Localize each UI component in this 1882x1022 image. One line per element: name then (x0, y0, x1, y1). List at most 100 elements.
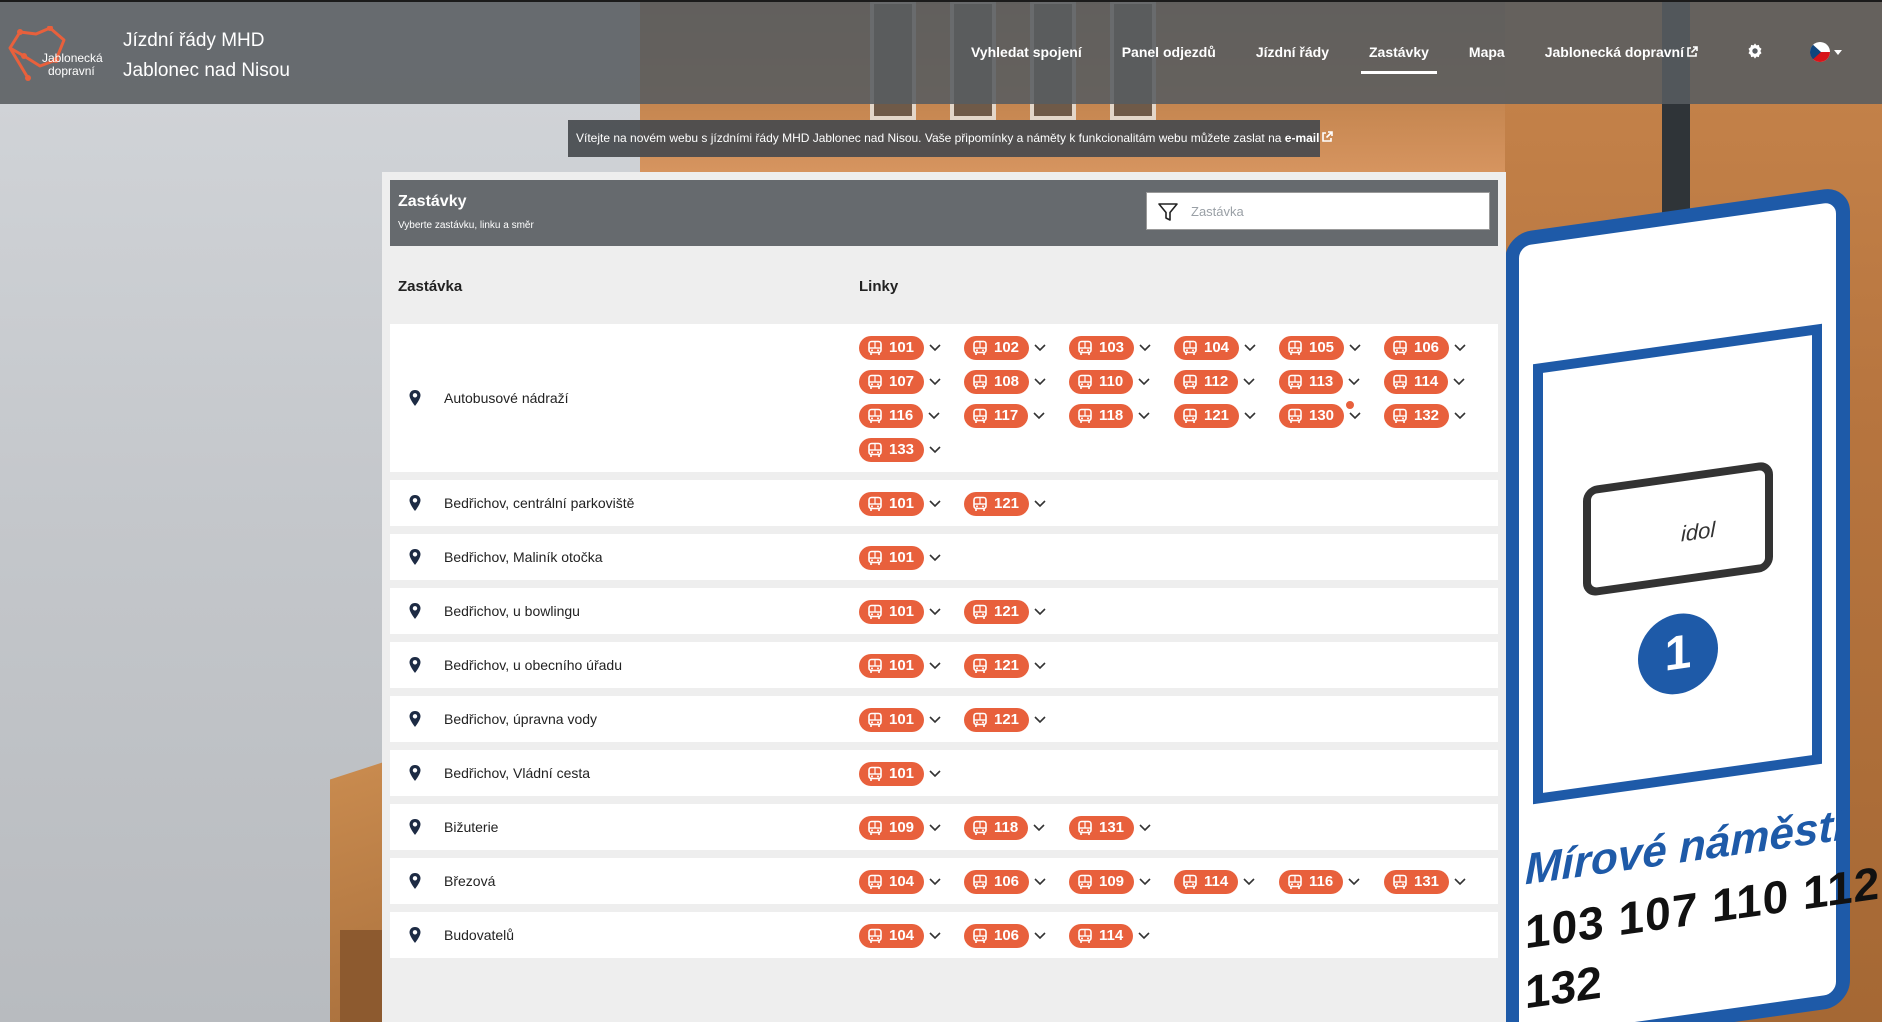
line-badge-107[interactable]: 107 (859, 370, 925, 394)
line-badge-101[interactable]: 101 (859, 708, 925, 732)
line-badge-104[interactable]: 104 (859, 870, 925, 894)
chevron-down-icon[interactable] (928, 607, 942, 617)
line-badge-106[interactable]: 106 (1384, 336, 1450, 360)
chevron-down-icon[interactable] (1347, 877, 1361, 887)
chevron-down-icon[interactable] (927, 411, 941, 421)
chevron-down-icon[interactable] (928, 377, 942, 387)
stop-name[interactable]: Bedřichov, Maliník otočka (444, 549, 602, 565)
chevron-down-icon[interactable] (1137, 411, 1151, 421)
chevron-down-icon[interactable] (1452, 377, 1466, 387)
line-badge-130[interactable]: 130 (1279, 404, 1345, 428)
line-badge-109[interactable]: 109 (859, 816, 925, 840)
line-badge-114[interactable]: 114 (1384, 370, 1449, 394)
chevron-down-icon[interactable] (928, 769, 942, 779)
chevron-down-icon[interactable] (1033, 661, 1047, 671)
chevron-down-icon[interactable] (1348, 343, 1362, 353)
line-badge-117[interactable]: 117 (964, 404, 1029, 428)
stop-row[interactable]: Bedřichov, u bowlingu 101 121 (390, 588, 1498, 634)
chevron-down-icon[interactable] (928, 931, 942, 941)
line-badge-131[interactable]: 131 (1069, 816, 1135, 840)
line-badge-121[interactable]: 121 (964, 708, 1030, 732)
line-badge-101[interactable]: 101 (859, 654, 925, 678)
chevron-down-icon[interactable] (1453, 411, 1467, 421)
stop-name[interactable]: Bedřichov, u bowlingu (444, 603, 580, 619)
settings-button[interactable] (1718, 2, 1792, 106)
chevron-down-icon[interactable] (928, 499, 942, 509)
chevron-down-icon[interactable] (1243, 343, 1257, 353)
chevron-down-icon[interactable] (928, 823, 942, 833)
stop-row[interactable]: Březová 104 106 109 114 116 131 (390, 858, 1498, 904)
chevron-down-icon[interactable] (1033, 877, 1047, 887)
stop-name[interactable]: Bedřichov, u obecního úřadu (444, 657, 622, 673)
chevron-down-icon[interactable] (928, 445, 942, 455)
stop-row[interactable]: Budovatelů 104 106 114 (390, 912, 1498, 958)
chevron-down-icon[interactable] (928, 715, 942, 725)
chevron-down-icon[interactable] (1032, 411, 1046, 421)
line-badge-101[interactable]: 101 (859, 492, 925, 516)
chevron-down-icon[interactable] (1033, 499, 1047, 509)
line-badge-108[interactable]: 108 (964, 370, 1030, 394)
line-badge-121[interactable]: 121 (964, 654, 1030, 678)
chevron-down-icon[interactable] (1242, 377, 1256, 387)
line-badge-121[interactable]: 121 (964, 600, 1030, 624)
line-badge-101[interactable]: 101 (859, 762, 925, 786)
line-badge-132[interactable]: 132 (1384, 404, 1450, 428)
chevron-down-icon[interactable] (928, 343, 942, 353)
site-brand[interactable]: Jízdní řády MHD Jablonec nad Nisou (123, 26, 290, 86)
chevron-down-icon[interactable] (1033, 377, 1047, 387)
chevron-down-icon[interactable] (928, 661, 942, 671)
line-badge-113[interactable]: 113 (1279, 370, 1344, 394)
nav-jizdni-rady[interactable]: Jízdní řády (1236, 2, 1349, 106)
line-badge-109[interactable]: 109 (1069, 870, 1135, 894)
line-badge-101[interactable]: 101 (859, 600, 925, 624)
line-badge-118[interactable]: 118 (1069, 404, 1134, 428)
chevron-down-icon[interactable] (1032, 823, 1046, 833)
line-badge-116[interactable]: 116 (859, 404, 924, 428)
line-badge-133[interactable]: 133 (859, 438, 925, 462)
stop-row[interactable]: Bedřichov, Maliník otočka 101 (390, 534, 1498, 580)
language-switch[interactable] (1792, 2, 1882, 106)
chevron-down-icon[interactable] (1453, 877, 1467, 887)
line-badge-103[interactable]: 103 (1069, 336, 1135, 360)
stop-row[interactable]: Autobusové nádraží 101 102 103 104 105 106 107 1… (390, 324, 1498, 472)
line-badge-106[interactable]: 106 (964, 870, 1030, 894)
chevron-down-icon[interactable] (1453, 343, 1467, 353)
chevron-down-icon[interactable] (1033, 715, 1047, 725)
line-badge-102[interactable]: 102 (964, 336, 1030, 360)
stop-row[interactable]: Bedřichov, úpravna vody 101 121 (390, 696, 1498, 742)
notice-email-link[interactable]: e-mail (1285, 131, 1320, 145)
chevron-down-icon[interactable] (1033, 343, 1047, 353)
nav-zastavky[interactable]: Zastávky (1349, 2, 1449, 106)
line-badge-110[interactable]: 110 (1069, 370, 1134, 394)
stop-name[interactable]: Autobusové nádraží (444, 390, 569, 406)
line-badge-106[interactable]: 106 (964, 924, 1030, 948)
chevron-down-icon[interactable] (1138, 877, 1152, 887)
line-badge-116[interactable]: 116 (1279, 870, 1344, 894)
line-badge-114[interactable]: 114 (1069, 924, 1134, 948)
nav-panel-odjezdu[interactable]: Panel odjezdů (1102, 2, 1236, 106)
chevron-down-icon[interactable] (1137, 377, 1151, 387)
stop-name[interactable]: Bedřichov, úpravna vody (444, 711, 597, 727)
stop-row[interactable]: Bedřichov, centrální parkoviště 101 121 (390, 480, 1498, 526)
line-badge-101[interactable]: 101 (859, 336, 925, 360)
nav-jablonecka-dopravni[interactable]: Jablonecká dopravní (1525, 2, 1718, 106)
chevron-down-icon[interactable] (1242, 877, 1256, 887)
chevron-down-icon[interactable] (1348, 411, 1362, 421)
stop-name[interactable]: Budovatelů (444, 927, 514, 943)
stop-search-input[interactable] (1191, 193, 1481, 229)
line-badge-112[interactable]: 112 (1174, 370, 1239, 394)
chevron-down-icon[interactable] (1137, 931, 1151, 941)
line-badge-114[interactable]: 114 (1174, 870, 1239, 894)
line-badge-121[interactable]: 121 (1174, 404, 1240, 428)
line-badge-104[interactable]: 104 (859, 924, 925, 948)
line-badge-131[interactable]: 131 (1384, 870, 1450, 894)
chevron-down-icon[interactable] (928, 553, 942, 563)
chevron-down-icon[interactable] (1347, 377, 1361, 387)
stop-row[interactable]: Bedřichov, u obecního úřadu 101 121 (390, 642, 1498, 688)
stop-search[interactable] (1146, 192, 1490, 230)
chevron-down-icon[interactable] (1243, 411, 1257, 421)
nav-vyhledat-spojeni[interactable]: Vyhledat spojení (951, 2, 1102, 106)
stop-name[interactable]: Březová (444, 873, 495, 889)
chevron-down-icon[interactable] (1138, 343, 1152, 353)
stop-name[interactable]: Bedřichov, centrální parkoviště (444, 495, 634, 511)
